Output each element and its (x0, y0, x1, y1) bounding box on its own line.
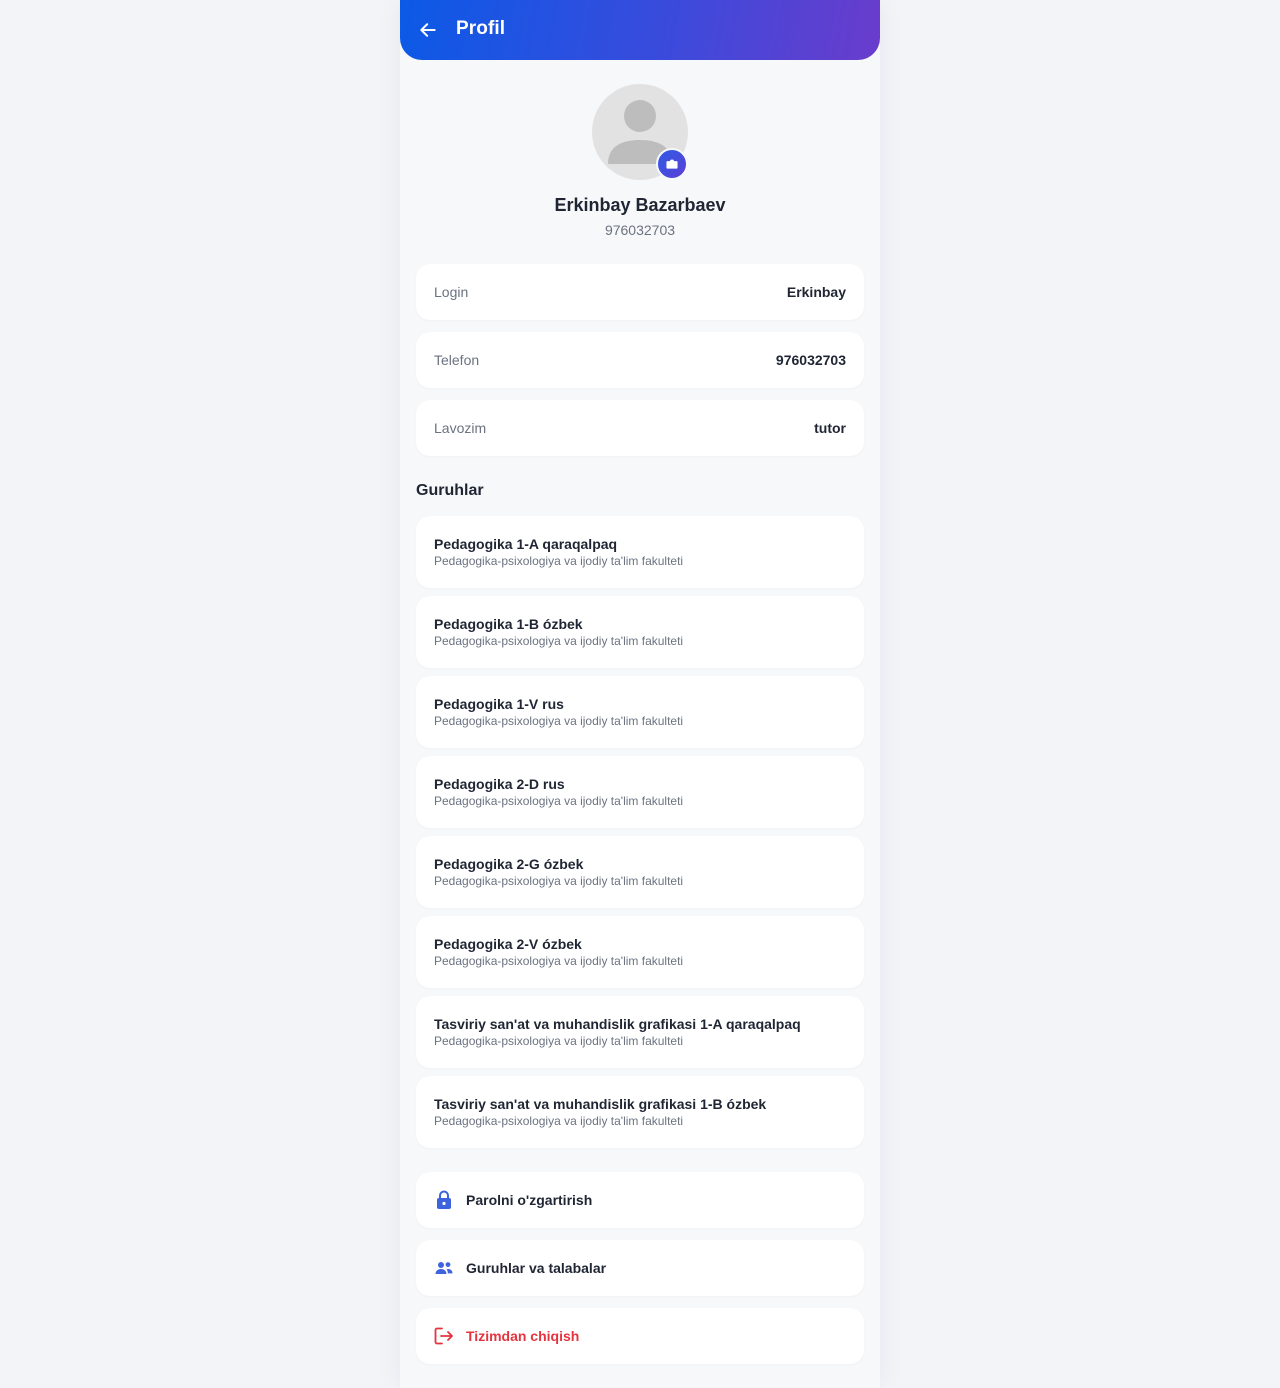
group-faculty: Pedagogika-psixologiya va ijodiy ta'lim … (434, 874, 684, 888)
info-label: Login (434, 284, 469, 300)
user-phone: 976032703 (604, 222, 676, 238)
action-label: Parolni o'zgartirish (466, 1192, 593, 1208)
group-name: Pedagogika 1-A qaraqalpaq (434, 536, 618, 552)
info-value: tutor (814, 420, 846, 436)
info-label: Lavozim (434, 420, 487, 436)
action-label: Guruhlar va talabalar (466, 1260, 607, 1276)
change-password-button[interactable]: Parolni o'zgartirish (416, 1172, 864, 1228)
group-name: Pedagogika 2-V ózbek (434, 936, 582, 952)
group-item[interactable]: Pedagogika 2-V ózbek Pedagogika-psixolog… (416, 916, 864, 988)
logout-icon (434, 1326, 454, 1346)
groups-and-students-button[interactable]: Guruhlar va talabalar (416, 1240, 864, 1296)
group-item[interactable]: Pedagogika 2-G ózbek Pedagogika-psixolog… (416, 836, 864, 908)
group-faculty: Pedagogika-psixologiya va ijodiy ta'lim … (434, 1034, 684, 1048)
group-item[interactable]: Tasviriy san'at va muhandislik grafikasi… (416, 996, 864, 1068)
group-faculty: Pedagogika-psixologiya va ijodiy ta'lim … (434, 954, 684, 968)
action-label: Tizimdan chiqish (466, 1328, 580, 1344)
change-photo-button[interactable] (656, 148, 688, 180)
group-name: Pedagogika 1-V rus (434, 696, 564, 712)
group-name: Tasviriy san'at va muhandislik grafikasi… (434, 1096, 767, 1112)
group-name: Pedagogika 1-B ózbek (434, 616, 583, 632)
group-faculty: Pedagogika-psixologiya va ijodiy ta'lim … (434, 554, 684, 568)
app-header: Profil (400, 0, 880, 60)
info-row-login: Login Erkinbay (416, 264, 864, 320)
logout-button[interactable]: Tizimdan chiqish (416, 1308, 864, 1364)
group-faculty: Pedagogika-psixologiya va ijodiy ta'lim … (434, 794, 684, 808)
camera-icon (666, 159, 678, 169)
info-value: Erkinbay (786, 284, 846, 300)
group-name: Pedagogika 2-D rus (434, 776, 565, 792)
group-faculty: Pedagogika-psixologiya va ijodiy ta'lim … (434, 1114, 684, 1128)
arrow-left-icon (420, 23, 436, 37)
group-faculty: Pedagogika-psixologiya va ijodiy ta'lim … (434, 634, 684, 648)
group-item[interactable]: Pedagogika 2-D rus Pedagogika-psixologiy… (416, 756, 864, 828)
group-name: Pedagogika 2-G ózbek (434, 856, 584, 872)
info-row-position: Lavozim tutor (416, 400, 864, 456)
info-label: Telefon (434, 352, 480, 368)
group-item[interactable]: Pedagogika 1-V rus Pedagogika-psixologiy… (416, 676, 864, 748)
group-item[interactable]: Pedagogika 1-B ózbek Pedagogika-psixolog… (416, 596, 864, 668)
group-faculty: Pedagogika-psixologiya va ijodiy ta'lim … (434, 714, 684, 728)
page-title: Profil (456, 18, 506, 39)
people-icon (434, 1258, 454, 1278)
lock-icon (434, 1190, 454, 1210)
groups-section-title: Guruhlar (416, 482, 484, 499)
avatar (592, 84, 688, 180)
group-item[interactable]: Pedagogika 1-A qaraqalpaq Pedagogika-psi… (416, 516, 864, 588)
group-name: Tasviriy san'at va muhandislik grafikasi… (434, 1016, 801, 1032)
user-name: Erkinbay Bazarbaev (554, 195, 726, 215)
profile-screen: Profil Erkinbay Bazarbaev 976032703 Logi… (400, 0, 880, 1388)
back-button[interactable] (416, 16, 440, 44)
group-item[interactable]: Tasviriy san'at va muhandislik grafikasi… (416, 1076, 864, 1148)
info-value: 976032703 (775, 352, 846, 368)
info-row-phone: Telefon 976032703 (416, 332, 864, 388)
